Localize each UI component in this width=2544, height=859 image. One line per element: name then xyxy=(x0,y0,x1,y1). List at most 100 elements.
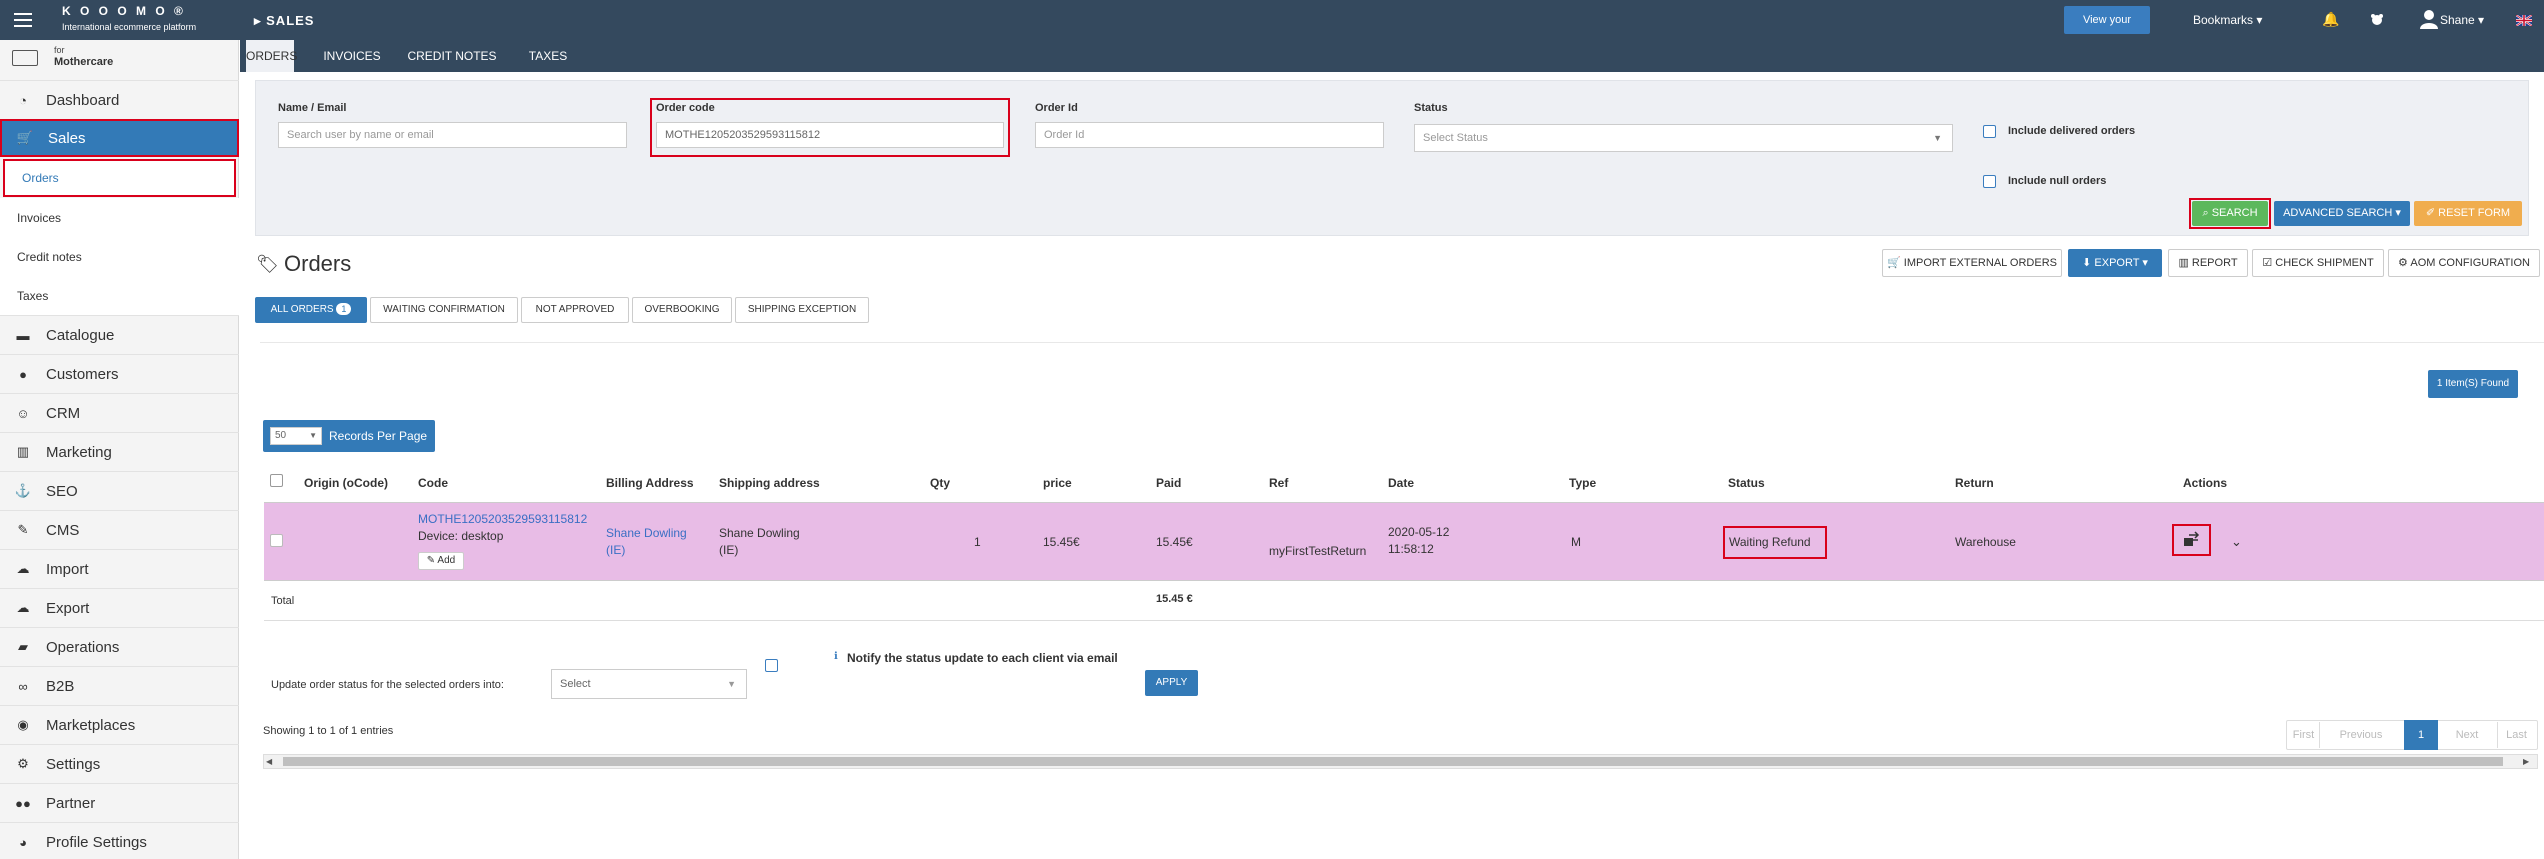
bookmarks-dropdown[interactable]: Bookmarks ▾ xyxy=(2193,13,2262,27)
caret-down-icon: ▾ xyxy=(2256,13,2263,27)
import-external-orders-button[interactable]: 🛒 IMPORT EXTERNAL ORDERS xyxy=(1882,249,2062,277)
column-header-status[interactable]: Status xyxy=(1728,476,1765,490)
uk-flag-icon[interactable] xyxy=(2515,13,2533,27)
caret-down-icon: ▼ xyxy=(727,679,736,689)
refund-action-icon[interactable] xyxy=(2182,530,2200,548)
scroll-right-icon[interactable]: ▶ xyxy=(2523,757,2529,766)
sidebar-item-catalogue[interactable]: ▬ Catalogue xyxy=(0,315,239,354)
column-header-paid[interactable]: Paid xyxy=(1156,476,1181,490)
include-delivered-checkbox[interactable] xyxy=(1983,125,1996,138)
aom-configuration-button[interactable]: ⚙ AOM CONFIGURATION xyxy=(2388,249,2540,277)
check-shipment-button[interactable]: ☑ CHECK SHIPMENT xyxy=(2252,249,2384,277)
user-menu[interactable]: Shane ▾ xyxy=(2440,13,2484,27)
filter-tab-waiting-confirmation[interactable]: WAITING CONFIRMATION xyxy=(370,297,518,323)
sidebar-item-b2b[interactable]: ∞ B2B xyxy=(0,666,239,705)
filter-tab-all-orders[interactable]: ALL ORDERS 1 xyxy=(255,297,367,323)
add-note-button[interactable]: ✎ Add xyxy=(418,552,464,570)
breadcrumb: ▸ SALES xyxy=(254,13,315,28)
column-header-code[interactable]: Code xyxy=(418,476,448,490)
sidebar-item-dashboard[interactable]: ◔ Dashboard xyxy=(0,80,239,119)
order-code-link[interactable]: MOTHE1205203529593115812 xyxy=(418,512,587,526)
sidebar-item-export[interactable]: ☁ Export xyxy=(0,588,239,627)
order-code-input[interactable]: MOTHE1205203529593115812 xyxy=(656,122,1004,148)
column-header-qty[interactable]: Qty xyxy=(930,476,950,490)
notify-checkbox[interactable] xyxy=(765,659,778,672)
billing-address-country[interactable]: (IE) xyxy=(606,543,625,557)
pagination-previous[interactable]: Previous xyxy=(2333,722,2389,748)
scroll-left-icon[interactable]: ◀ xyxy=(266,757,272,766)
sidebar-item-sales[interactable]: 🛒 Sales xyxy=(0,119,239,157)
pagination-page-1[interactable]: 1 xyxy=(2404,720,2438,750)
row-checkbox[interactable] xyxy=(270,534,283,547)
column-header-ref[interactable]: Ref xyxy=(1269,476,1288,490)
name-email-input[interactable]: Search user by name or email xyxy=(278,122,627,148)
column-header-price[interactable]: price xyxy=(1043,476,1072,490)
column-header-origin[interactable]: Origin (oCode) xyxy=(304,476,388,490)
status-select[interactable]: Select Status ▼ xyxy=(1414,124,1953,152)
update-status-select[interactable]: Select ▼ xyxy=(551,669,747,699)
section-tabs: ORDERS INVOICES CREDIT NOTES TAXES xyxy=(240,40,2544,72)
cart-icon: 🛒 xyxy=(1887,257,1901,269)
column-header-return[interactable]: Return xyxy=(1955,476,1994,490)
anchor-icon: ⚓ xyxy=(14,483,32,498)
users-icon: ●● xyxy=(15,795,31,811)
sidebar-subitem-credit-notes[interactable]: Credit notes xyxy=(0,237,239,276)
update-status-label: Update order status for the selected ord… xyxy=(271,679,504,691)
sidebar-item-seo[interactable]: ⚓ SEO xyxy=(0,471,239,510)
filter-tab-overbooking[interactable]: OVERBOOKING xyxy=(632,297,732,323)
export-button[interactable]: ⬇ EXPORT ▾ xyxy=(2068,249,2162,277)
bell-icon[interactable]: 🔔 xyxy=(2322,11,2339,28)
hamburger-menu-icon[interactable] xyxy=(14,13,32,27)
sidebar-item-label: Customers xyxy=(46,365,119,383)
sidebar-item-customers[interactable]: ● Customers xyxy=(0,354,239,393)
sidebar-subitem-orders[interactable]: Orders xyxy=(3,159,236,197)
eraser-icon: ✐ xyxy=(2425,207,2436,219)
chevron-down-icon[interactable]: ⌄ xyxy=(2231,534,2242,550)
status-label: Status xyxy=(1414,102,1448,114)
column-header-date[interactable]: Date xyxy=(1388,476,1414,490)
tab-orders[interactable]: ORDERS xyxy=(246,40,297,72)
sidebar-item-import[interactable]: ☁ Import xyxy=(0,549,239,588)
scrollbar-thumb[interactable] xyxy=(283,757,2503,766)
billing-address-name[interactable]: Shane Dowling xyxy=(606,526,687,540)
sidebar-item-marketplaces[interactable]: ◉ Marketplaces xyxy=(0,705,239,744)
sidebar-item-operations[interactable]: ▰ Operations xyxy=(0,627,239,666)
apply-button[interactable]: APPLY xyxy=(1145,670,1198,696)
notifications-icon[interactable] xyxy=(2370,12,2384,25)
records-per-page-label: Records Per Page xyxy=(329,429,428,443)
name-email-label: Name / Email xyxy=(278,102,347,114)
order-id-input[interactable]: Order Id xyxy=(1035,122,1384,148)
pagination-last[interactable]: Last xyxy=(2497,722,2535,748)
column-header-billing-address[interactable]: Billing Address xyxy=(606,476,694,490)
user-avatar-icon[interactable] xyxy=(2418,8,2440,30)
tab-invoices[interactable]: INVOICES xyxy=(322,40,382,72)
select-all-checkbox[interactable] xyxy=(270,474,283,487)
sidebar-item-settings[interactable]: ⚙ Settings xyxy=(0,744,239,783)
tab-taxes[interactable]: TAXES xyxy=(526,40,570,72)
filter-tab-not-approved[interactable]: NOT APPROVED xyxy=(521,297,629,323)
column-header-shipping-address[interactable]: Shipping address xyxy=(719,476,820,490)
tab-credit-notes[interactable]: CREDIT NOTES xyxy=(406,40,498,72)
sidebar-item-partner[interactable]: ●● Partner xyxy=(0,783,239,822)
sidebar-item-crm[interactable]: ☺ CRM xyxy=(0,393,239,432)
export-label: EXPORT xyxy=(2094,257,2140,269)
sidebar-item-marketing[interactable]: ▥ Marketing xyxy=(0,432,239,471)
dashboard-icon: ◔ xyxy=(19,92,27,108)
pagination-next[interactable]: Next xyxy=(2446,722,2488,748)
reset-form-label: RESET FORM xyxy=(2438,207,2511,219)
include-null-checkbox[interactable] xyxy=(1983,175,1996,188)
reset-form-button[interactable]: ✐ RESET FORM xyxy=(2414,201,2522,226)
column-header-type[interactable]: Type xyxy=(1569,476,1596,490)
search-button[interactable]: ⌕ SEARCH xyxy=(2192,201,2268,226)
view-website-button[interactable]: View your website xyxy=(2064,6,2150,54)
report-button[interactable]: ▥ REPORT xyxy=(2168,249,2248,277)
order-paid: 15.45€ xyxy=(1156,535,1193,549)
sidebar-subitem-taxes[interactable]: Taxes xyxy=(0,276,239,315)
sidebar-item-cms[interactable]: ✎ CMS xyxy=(0,510,239,549)
sidebar-subitem-invoices[interactable]: Invoices xyxy=(0,198,239,237)
sidebar-item-profile-settings[interactable]: ◕ Profile Settings xyxy=(0,822,239,859)
records-per-page-select[interactable]: 50 ▼ xyxy=(270,427,322,445)
advanced-search-button[interactable]: ADVANCED SEARCH ▾ xyxy=(2274,201,2410,226)
filter-tab-shipping-exception[interactable]: SHIPPING EXCEPTION xyxy=(735,297,869,323)
pagination-first[interactable]: First xyxy=(2288,722,2320,748)
